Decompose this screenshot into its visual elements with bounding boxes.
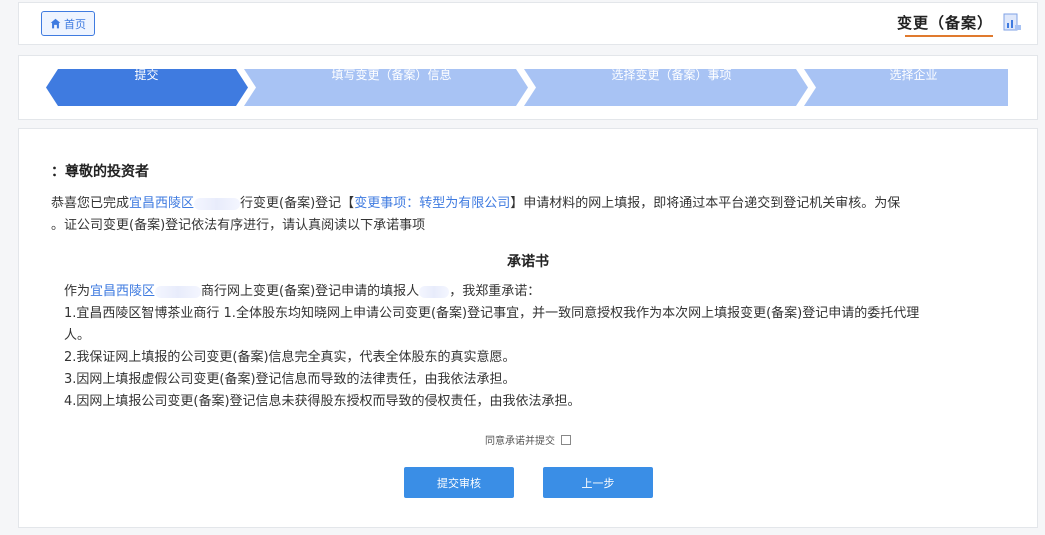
notice-paragraph: 恭喜您已完成宜昌西陵区 行变更(备案)登记【变更事项：转型为有限公司】申请材料的网… [51,193,1007,214]
commitment-title: 承诺书 [507,254,549,270]
home-button[interactable]: 首页 [41,11,95,36]
step-select-matter: 选择变更（备案）事项 [611,68,732,82]
step-select-company: 选择企业 [889,68,938,82]
step-fill-info: 填写变更（备案）信息 [331,68,452,82]
previous-step-button[interactable]: 上一步 [543,467,653,498]
salutation: 尊敬的投资者： [51,164,149,180]
commitment-item: 3.因网上填报虚假公司变更(备案)登记信息而导致的法律责任，由我依法承担。 [64,372,516,387]
intro-suffix: ，我郑重承诺： [449,284,541,299]
home-icon [50,18,61,29]
notice-paragraph-2: 证公司变更(备案)登记依法有序进行，请认真阅读以下承诺事项。 [51,218,426,233]
redacted-person [419,285,450,298]
intro-prefix: 作为 [64,284,91,299]
header-bar: 首页 变更（备案） [18,2,1038,45]
commitment-list: 作为宜昌西陵区 商行网上变更(备案)登记申请的填报人 ，我郑重承诺： 1.宜昌西陵区… [64,281,977,413]
notice-company-suffix: 行变更(备案)登记【 [240,196,355,211]
commitment-item: 人。 [64,328,91,343]
steps-panel: 选择企业 选择变更（备案）事项 填写变更（备案）信息 提交 [18,55,1038,120]
notice-company: 宜昌西陵区 [129,196,195,211]
redacted-company [155,285,202,298]
step-submit: 提交 [134,68,159,82]
agree-row[interactable]: 同意承诺并提交 [485,432,571,447]
submit-review-button[interactable]: 提交审核 [404,467,514,498]
commitment-intro: 作为宜昌西陵区 商行网上变更(备案)登记申请的填报人 ，我郑重承诺： [64,281,977,303]
commitment-item: 4.因网上填报公司变更(备案)登记信息未获得股东授权而导致的侵权责任，由我依法承… [64,394,581,409]
main-content: 尊敬的投资者： 恭喜您已完成宜昌西陵区 行变更(备案)登记【变更事项：转型为有限公… [18,128,1038,528]
agree-label: 同意承诺并提交 [485,436,555,447]
notice-matter: 变更事项：转型为有限公司 [354,196,511,211]
document-chart-icon [1003,13,1021,31]
agree-checkbox[interactable] [561,434,571,445]
page-title: 变更（备案） [896,14,993,32]
commitment-item: 2.我保证网上填报的公司变更(备案)信息完全真实，代表全体股东的真实意愿。 [64,350,516,365]
redacted-name [194,197,241,210]
notice-prefix: 恭喜您已完成 [51,196,130,211]
home-button-label: 首页 [64,17,86,31]
intro-company: 宜昌西陵区 [90,284,156,299]
title-underline [905,35,993,37]
notice-rest: 】申请材料的网上填报，即将通过本平台递交到登记机关审核。为保 [510,196,901,211]
intro-mid: 商行网上变更(备案)登记申请的填报人 [201,284,420,299]
commitment-item: 1.宜昌西陵区智博茶业商行 1.全体股东均知晓网上申请公司变更(备案)登记事宜，… [64,306,920,321]
